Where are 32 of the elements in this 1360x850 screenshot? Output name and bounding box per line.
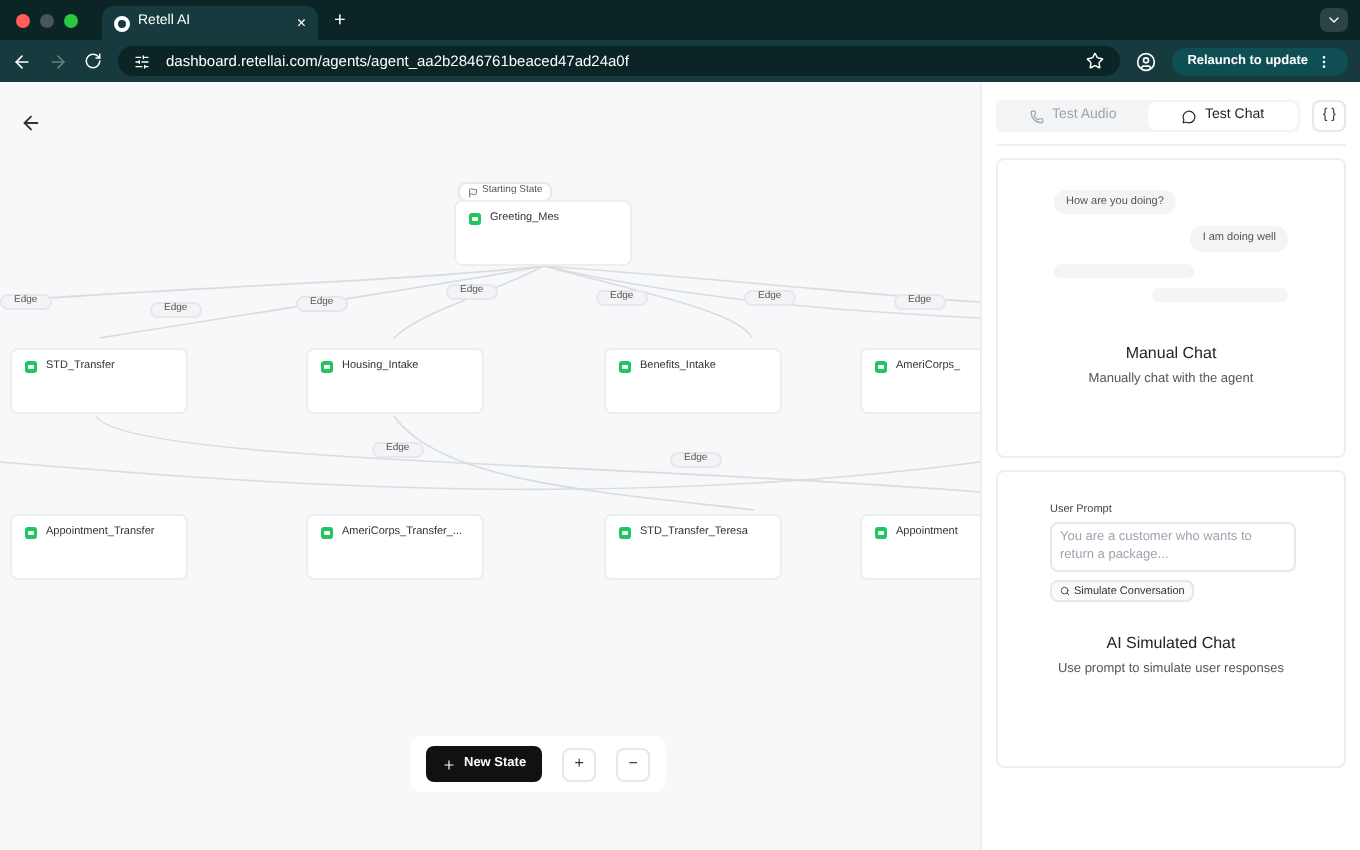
phone-icon (1029, 109, 1044, 123)
node-icon (24, 525, 38, 540)
profile-icon[interactable] (1135, 51, 1156, 71)
node-icon (874, 359, 888, 374)
tab-list-button[interactable] (1320, 8, 1348, 32)
node-icon (468, 211, 482, 226)
chat-bubble-icon (1182, 109, 1197, 123)
plus-icon (442, 757, 456, 771)
node-icon (874, 525, 888, 540)
close-window-icon[interactable] (16, 13, 30, 27)
node-icon (24, 359, 38, 374)
tab-close-button[interactable]: × (296, 15, 306, 31)
forward-icon[interactable] (48, 51, 68, 71)
search-icon (1060, 586, 1070, 597)
bookmark-star-icon[interactable] (1085, 52, 1104, 70)
card-title: AI Simulated Chat (1104, 632, 1238, 657)
node-icon (320, 359, 334, 374)
site-settings-icon[interactable] (134, 53, 150, 69)
zoom-out-button[interactable]: − (616, 747, 651, 781)
chevron-down-icon (1326, 12, 1342, 28)
app-logo-icon (114, 15, 130, 31)
reload-icon[interactable] (84, 52, 102, 70)
maximize-window-icon[interactable] (64, 13, 78, 27)
back-button[interactable] (20, 112, 42, 134)
node-icon (618, 359, 632, 374)
zoom-in-button[interactable]: + (562, 747, 597, 781)
flag-icon (468, 187, 478, 197)
card-title: Manual Chat (1123, 341, 1219, 365)
node-icon (618, 525, 632, 540)
new-tab-button[interactable]: + (326, 5, 354, 35)
back-icon[interactable] (12, 51, 32, 71)
node-icon (320, 525, 334, 540)
